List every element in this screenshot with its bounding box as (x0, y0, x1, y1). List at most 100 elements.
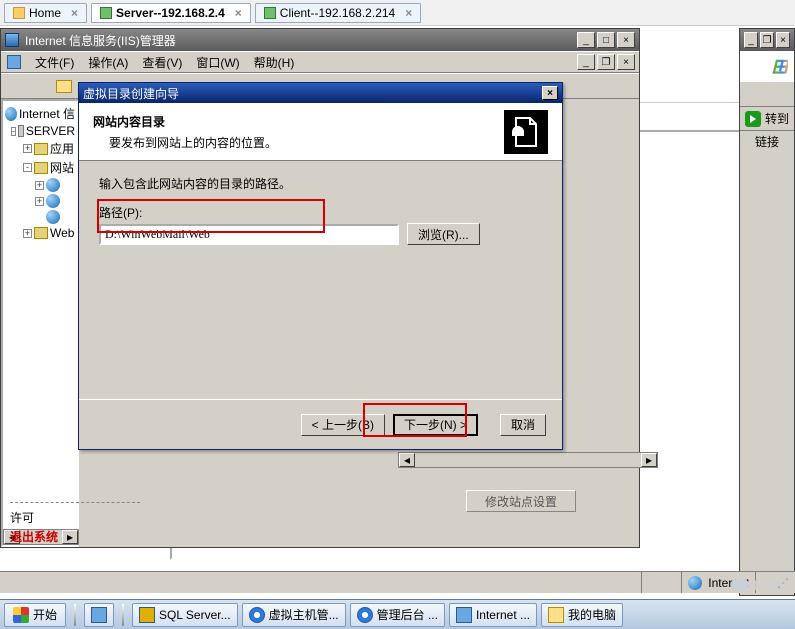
left-nav-extras: 许可 退出系统 (10, 500, 140, 547)
close-button[interactable]: × (617, 32, 635, 48)
menu-help[interactable]: 帮助(H) (254, 54, 295, 71)
expand-icon[interactable]: + (35, 181, 44, 190)
wizard-prompt: 输入包含此网站内容的目录的路径。 (99, 175, 542, 192)
website-icon (46, 210, 60, 224)
nav-exit[interactable]: 退出系统 (10, 528, 140, 545)
taskbar-label: SQL Server... (159, 608, 231, 622)
tree-web[interactable]: + Web (5, 226, 75, 240)
collapse-icon[interactable]: - (11, 127, 16, 136)
start-button[interactable]: 开始 (4, 603, 66, 627)
wizard-banner-icon (504, 110, 548, 154)
close-button[interactable]: × (542, 86, 558, 100)
tree-label: SERVER (26, 124, 75, 138)
wizard-footer: < 上一步(B) 下一步(N) > 取消 (79, 399, 562, 449)
tree-label: Web (50, 226, 74, 240)
taskbar-label: 管理后台 ... (377, 606, 438, 623)
taskbar-item[interactable]: Internet ... (449, 603, 537, 627)
menu-file[interactable]: 文件(F) (35, 54, 74, 71)
close-button[interactable]: × (776, 32, 790, 48)
mycomputer-icon (548, 607, 564, 623)
tree-site[interactable]: - 网站 (5, 159, 75, 176)
website-icon (46, 194, 60, 208)
tab-client[interactable]: Client--192.168.2.214 × (255, 3, 421, 23)
wizard-dialog: 虚拟目录创建向导 × 网站内容目录 要发布到网站上的内容的位置。 输入包含此网站… (78, 82, 563, 450)
tree-pane[interactable]: Internet 信 - SERVER + 应用 - 网站 + (1, 99, 79, 547)
tree-subsite[interactable]: + (5, 178, 75, 192)
tree-subsite[interactable]: + (5, 194, 75, 208)
tab-home[interactable]: Home × (4, 3, 87, 23)
nav-permit[interactable]: 许可 (10, 509, 140, 526)
restore-button[interactable]: ❐ (760, 32, 774, 48)
iis-title-bar[interactable]: Internet 信息服务(IIS)管理器 _ □ × (1, 29, 639, 51)
expand-icon[interactable]: + (35, 197, 44, 206)
divider (10, 502, 140, 503)
path-input[interactable] (99, 224, 399, 245)
iis-icon (456, 607, 472, 623)
folder-icon (34, 227, 48, 239)
tree-app[interactable]: + 应用 (5, 140, 75, 157)
tree-subsite[interactable] (5, 210, 75, 224)
menu-window[interactable]: 窗口(W) (196, 54, 239, 71)
browse-button[interactable]: 浏览(R)... (407, 223, 480, 245)
pane-hscroll[interactable]: ◂ ▸ (398, 452, 658, 468)
sql-icon (139, 607, 155, 623)
mmc-icon (7, 55, 21, 69)
maximize-button[interactable]: □ (597, 32, 615, 48)
tree-server[interactable]: - SERVER (5, 124, 75, 138)
start-label: 开始 (33, 606, 57, 623)
taskbar-item[interactable]: 我的电脑 (541, 603, 623, 627)
iis-app-icon (5, 33, 19, 47)
next-button[interactable]: 下一步(N) > (393, 414, 478, 436)
windows-flag-icon (13, 607, 29, 623)
forward-button[interactable] (29, 75, 51, 97)
toolbar-padding (740, 81, 794, 107)
ql-desktop[interactable] (84, 603, 114, 627)
folder-icon (34, 143, 48, 155)
flag-icon: ⊞ (771, 54, 788, 79)
website-icon (46, 178, 60, 192)
collapse-icon[interactable]: - (23, 163, 32, 172)
tab-label: Home (29, 6, 61, 20)
modify-site-button[interactable]: 修改站点设置 (466, 490, 576, 512)
child-restore-button[interactable]: ❐ (597, 54, 615, 70)
wizard-title: 虚拟目录创建向导 (83, 85, 179, 102)
folder-icon (34, 162, 48, 174)
child-close-button[interactable]: × (617, 54, 635, 70)
wizard-title-bar[interactable]: 虚拟目录创建向导 × (79, 83, 562, 103)
ie-icon (249, 607, 265, 623)
menu-action[interactable]: 操作(A) (88, 54, 128, 71)
wizard-body: 输入包含此网站内容的目录的路径。 路径(P): 浏览(R)... (79, 161, 562, 399)
tab-label: Client--192.168.2.214 (280, 6, 395, 20)
browser-tab-row: Home × Server--192.168.2.4 × Client--192… (0, 0, 795, 26)
right-title-bar: _ ❐ × (740, 29, 794, 51)
scroll-left-icon[interactable]: ◂ (399, 453, 415, 467)
back-button[interactable] (5, 75, 27, 97)
scroll-right-icon[interactable]: ▸ (641, 453, 657, 467)
expand-icon[interactable]: + (23, 144, 32, 153)
taskbar-label: 我的电脑 (568, 606, 616, 623)
menu-bar: 文件(F) 操作(A) 查看(V) 窗口(W) 帮助(H) _ ❐ × (1, 51, 639, 73)
taskbar-item[interactable]: 管理后台 ... (350, 603, 445, 627)
taskbar-item[interactable]: SQL Server... (132, 603, 238, 627)
close-icon[interactable]: × (405, 6, 412, 20)
child-minimize-button[interactable]: _ (577, 54, 595, 70)
up-button[interactable] (53, 75, 75, 97)
iis-root-icon (5, 107, 17, 121)
minimize-button[interactable]: _ (577, 32, 595, 48)
menu-view[interactable]: 查看(V) (142, 54, 182, 71)
taskbar-item[interactable]: 虚拟主机管... (242, 603, 346, 627)
wizard-header-sub: 要发布到网站上的内容的位置。 (93, 134, 277, 151)
tree-root[interactable]: Internet 信 (5, 105, 75, 122)
close-icon[interactable]: × (71, 6, 78, 20)
close-icon[interactable]: × (235, 6, 242, 20)
client-icon (264, 7, 276, 19)
expand-icon[interactable]: + (23, 229, 32, 238)
cancel-button[interactable]: 取消 (500, 414, 546, 436)
go-arrow-icon (745, 111, 761, 127)
go-button[interactable]: 转到 (740, 108, 794, 130)
links-label[interactable]: 链接 (740, 131, 794, 150)
windows-logo: ⊞ (740, 51, 794, 81)
back-button[interactable]: < 上一步(B) (301, 414, 385, 436)
tab-server[interactable]: Server--192.168.2.4 × (91, 3, 251, 23)
minimize-button[interactable]: _ (744, 32, 758, 48)
